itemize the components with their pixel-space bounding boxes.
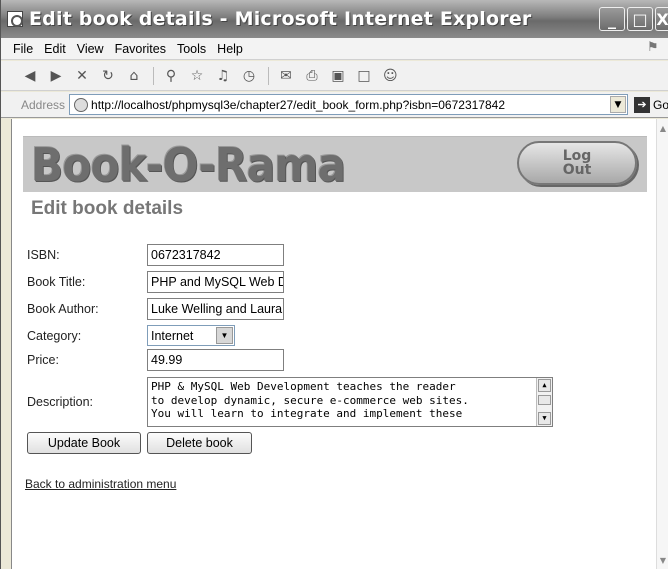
scroll-thumb[interactable] [538,395,551,405]
description-line: You will learn to integrate and implemen… [151,407,463,420]
category-selected-value: Internet [151,328,194,343]
forward-icon[interactable]: ▶ [49,68,63,84]
price-input[interactable]: 49.99 [147,349,284,371]
media-icon[interactable]: ♫ [216,68,230,84]
description-line: PHP & MySQL Web Development teaches the … [151,380,456,393]
menu-tools[interactable]: Tools [177,42,206,56]
minimize-button[interactable]: _ [599,7,625,31]
scroll-up-icon[interactable]: ▲ [657,121,668,135]
address-label: Address [21,97,66,112]
book-author-label: Book Author: [27,302,99,316]
back-icon[interactable]: ◀ [23,68,37,84]
logout-label-line2: Out [562,162,592,178]
stop-icon[interactable]: ✕ [75,68,89,84]
page-title: Edit book details [31,198,184,219]
price-label: Price: [27,353,59,367]
menu-favorites[interactable]: Favorites [115,42,166,56]
history-icon[interactable]: ◷ [242,68,256,84]
home-icon[interactable]: ⌂ [127,68,141,84]
title-row: Book Title: PHP and MySQL Web De [27,271,284,293]
vertical-scrollbar[interactable]: ▲ ▼ [656,119,668,569]
update-book-button[interactable]: Update Book [27,432,141,454]
messenger-icon[interactable]: ☺ [383,68,398,84]
discuss-icon[interactable]: □ [357,68,371,84]
mail-icon[interactable]: ✉ [279,68,293,84]
maximize-button[interactable]: □ [627,7,653,31]
logout-button[interactable]: Log Out [517,141,637,185]
address-bar: Address http://localhost/phpmysql3e/chap… [1,92,668,118]
menu-file[interactable]: File [13,42,33,56]
textarea-scrollbar[interactable]: ▲ ▼ [536,378,552,426]
menu-view[interactable]: View [77,42,104,56]
address-url[interactable]: http://localhost/phpmysql3e/chapter27/ed… [91,98,505,112]
book-title-input[interactable]: PHP and MySQL Web De [147,271,284,293]
scroll-down-icon[interactable]: ▼ [538,412,551,425]
category-label: Category: [27,328,82,343]
refresh-icon[interactable]: ↻ [101,68,115,84]
author-row: Book Author: Luke Welling and Laura [27,298,284,320]
window-title: Edit book details - Microsoft Internet E… [29,8,532,30]
description-row: Description: PHP & MySQL Web Development… [27,377,553,427]
scroll-down-icon[interactable]: ▼ [657,553,668,567]
price-row: Price: 49.99 [27,349,284,371]
go-button[interactable]: ➔ Go [633,96,668,113]
isbn-row: ISBN: 0672317842 [27,244,284,266]
windows-flag-icon: ⚑ [647,40,659,55]
toolbar: ◀ ▶ ✕ ↻ ⌂ ⚲ ☆ ♫ ◷ ✉ ⎙ ▣ □ ☺ [1,61,668,91]
search-icon[interactable]: ⚲ [164,68,178,84]
scroll-up-icon[interactable]: ▲ [538,379,551,392]
menu-edit[interactable]: Edit [44,42,66,56]
favorites-star-icon[interactable]: ☆ [190,68,204,84]
description-label: Description: [27,395,93,409]
chevron-down-icon[interactable]: ▼ [609,96,626,113]
close-button[interactable]: X [655,7,668,31]
menu-bar: File Edit View Favorites Tools Help ⚑ [1,38,668,60]
isbn-label: ISBN: [27,248,60,262]
description-line: to develop dynamic, secure e-commerce we… [151,393,469,407]
menu-help[interactable]: Help [217,42,243,56]
delete-book-button[interactable]: Delete book [147,432,252,454]
browser-window: Edit book details - Microsoft Internet E… [0,0,668,569]
description-textarea[interactable]: PHP & MySQL Web Development teaches the … [147,377,553,427]
book-title-label: Book Title: [27,275,86,289]
ie-page-icon [7,11,23,27]
page-icon [74,97,89,112]
site-banner: Book-O-Rama Log Out [23,136,647,192]
edit-icon[interactable]: ▣ [331,68,345,84]
chevron-down-icon[interactable]: ▼ [216,327,233,344]
go-arrow-icon: ➔ [633,96,650,113]
site-logo: Book-O-Rama [31,138,346,192]
toolbar-separator [268,66,269,85]
book-author-input[interactable]: Luke Welling and Laura [147,298,284,320]
title-bar: Edit book details - Microsoft Internet E… [1,0,668,38]
toolbar-separator [153,66,154,85]
go-label: Go [652,97,668,112]
category-row: Category: Internet ▼ [27,325,235,346]
address-input[interactable]: http://localhost/phpmysql3e/chapter27/ed… [69,94,628,115]
category-select[interactable]: Internet ▼ [147,325,235,346]
logout-label-line1: Log [562,148,592,164]
isbn-input[interactable]: 0672317842 [147,244,284,266]
print-icon[interactable]: ⎙ [305,68,319,84]
back-to-admin-link[interactable]: Back to administration menu [25,477,176,491]
